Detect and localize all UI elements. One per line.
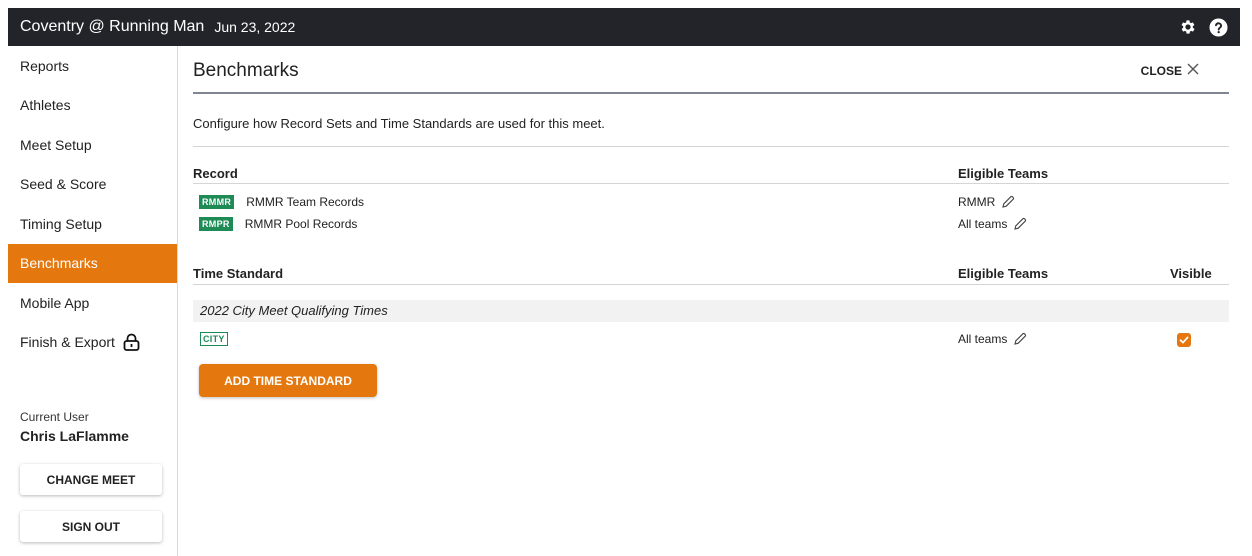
current-user-caption: Current User: [20, 410, 89, 424]
close-label: CLOSE: [1140, 63, 1182, 78]
sidebar-item-mobile-app[interactable]: Mobile App: [8, 283, 177, 323]
sidebar-item-seed-score[interactable]: Seed & Score: [8, 165, 177, 205]
time-standard-column-header: Time Standard: [193, 266, 284, 281]
sidebar-item-reports[interactable]: Reports: [8, 46, 177, 86]
record-badge: RMMR: [199, 195, 235, 209]
sidebar-item-label: Meet Setup: [20, 136, 92, 153]
eligible-teams-column-header: Eligible Teams: [958, 266, 1049, 281]
eligible-teams-value: All teams: [958, 332, 1008, 346]
time-standard-eligible-teams: All teams: [958, 332, 1027, 346]
panel-header: Benchmarks CLOSE: [193, 46, 1229, 94]
main-panel: Benchmarks CLOSE Configure how Record Se…: [193, 46, 1229, 556]
current-user: Current User Chris LaFlamme: [20, 410, 129, 444]
sidebar-item-timing-setup[interactable]: Timing Setup: [8, 204, 177, 244]
gear-icon[interactable]: [1179, 18, 1197, 36]
change-meet-button[interactable]: CHANGE MEET: [20, 464, 162, 495]
time-standard-group: 2022 City Meet Qualifying Times: [193, 300, 1229, 322]
sidebar-item-label: Timing Setup: [20, 215, 102, 232]
close-icon: [1187, 63, 1199, 78]
meet-name: Coventry @ Running Man: [20, 18, 205, 35]
add-time-standard-button[interactable]: ADD TIME STANDARD: [199, 364, 377, 397]
visible-column-header: Visible: [1170, 266, 1212, 281]
record-name: RMMR Team Records: [246, 195, 365, 209]
record-row: RMPR RMMR Pool Records: [199, 217, 357, 231]
record-column-header: Record: [193, 166, 238, 181]
divider: [193, 284, 1229, 285]
record-badge: RMPR: [199, 217, 233, 231]
sidebar-item-label: Seed & Score: [20, 176, 107, 193]
edit-pencil-icon[interactable]: [1013, 217, 1027, 231]
sign-out-button[interactable]: SIGN OUT: [20, 511, 162, 542]
eligible-teams-column-header: Eligible Teams: [958, 166, 1049, 181]
close-button[interactable]: CLOSE: [1141, 63, 1199, 78]
meet-date: Jun 23, 2022: [214, 19, 296, 35]
edit-pencil-icon[interactable]: [1001, 195, 1015, 209]
sidebar-item-label: Reports: [20, 57, 70, 74]
sidebar-item-label: Mobile App: [20, 294, 90, 311]
time-standard-row: CITY: [200, 332, 228, 346]
record-eligible-teams: RMMR: [958, 195, 1015, 209]
eligible-teams-value: All teams: [958, 217, 1008, 231]
eligible-teams-value: RMMR: [958, 195, 996, 209]
time-standard-badge: CITY: [200, 332, 228, 346]
divider: [193, 146, 1229, 147]
intro-text: Configure how Record Sets and Time Stand…: [193, 116, 605, 131]
record-row: RMMR RMMR Team Records: [199, 195, 364, 209]
current-user-name: Chris LaFlamme: [20, 428, 129, 444]
sidebar-item-label: Benchmarks: [20, 255, 98, 272]
help-icon[interactable]: [1209, 17, 1228, 37]
record-name: RMMR Pool Records: [244, 217, 358, 231]
divider: [193, 183, 1229, 184]
sidebar: Reports Athletes Meet Setup Seed & Score…: [8, 46, 178, 556]
sidebar-item-meet-setup[interactable]: Meet Setup: [8, 125, 177, 165]
sidebar-item-athletes[interactable]: Athletes: [8, 86, 177, 126]
record-eligible-teams: All teams: [958, 217, 1027, 231]
edit-pencil-icon[interactable]: [1013, 332, 1027, 346]
sidebar-item-label: Finish & Export: [20, 334, 115, 351]
top-bar: Coventry @ Running Man Jun 23, 2022: [8, 8, 1240, 46]
lock-icon: [123, 333, 140, 352]
top-bar-tools: [1179, 17, 1240, 37]
sidebar-item-finish-export[interactable]: Finish & Export: [8, 323, 177, 363]
sidebar-item-benchmarks[interactable]: Benchmarks: [8, 243, 177, 283]
check-icon: [1179, 336, 1189, 344]
page-title: Benchmarks: [193, 60, 299, 81]
sidebar-item-label: Athletes: [20, 97, 71, 114]
visible-checkbox[interactable]: [1177, 333, 1191, 347]
